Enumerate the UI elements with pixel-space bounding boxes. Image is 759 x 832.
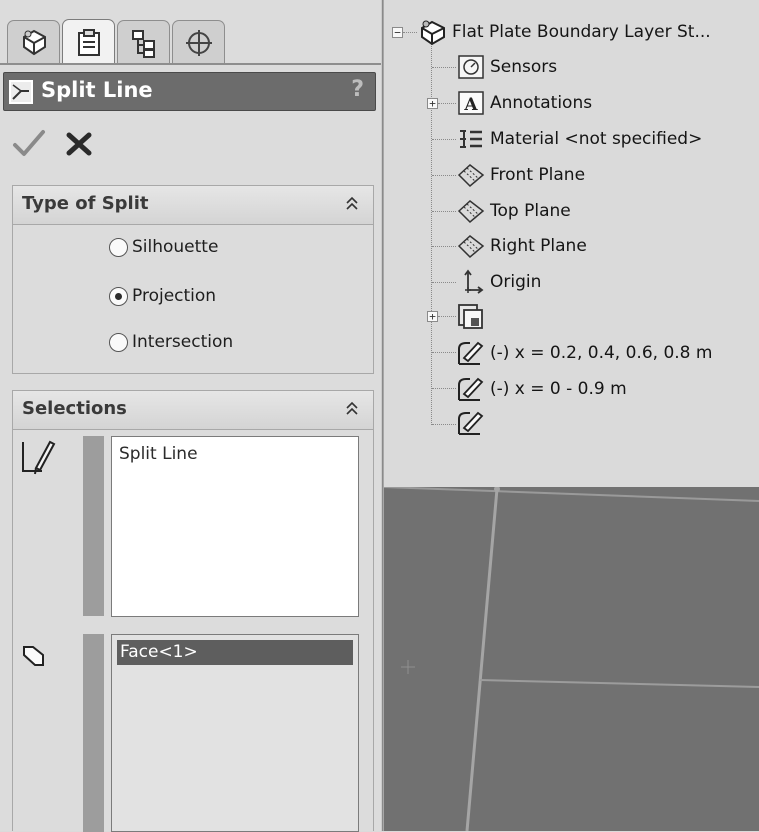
tab-separator [0, 63, 381, 65]
tree-item-label: Front Plane [490, 165, 586, 185]
tree-root-label: Flat Plate Boundary Layer St... [452, 22, 711, 42]
sketch-selection-icon [22, 440, 56, 475]
tree-connector [432, 424, 456, 425]
tree-item-right-plane[interactable]: Right Plane [456, 231, 587, 261]
tree-item-sketch-2[interactable]: (-) x = 0 - 0.9 m [456, 374, 627, 404]
type-of-split-group: Type of Split Silhouette Projection Inte… [12, 185, 374, 374]
material-icon [460, 130, 482, 148]
tree-item-annotations[interactable]: A Annotations [456, 88, 592, 118]
model-edges [384, 487, 759, 831]
radio-silhouette[interactable]: Silhouette [109, 234, 218, 260]
configuration-manager-icon [131, 29, 155, 58]
annotations-icon: A [458, 91, 484, 115]
type-of-split-title: Type of Split [22, 193, 149, 214]
ok-check-icon[interactable] [12, 128, 46, 158]
list-item[interactable]: Split Line [119, 444, 198, 464]
radio-projection[interactable]: Projection [109, 283, 216, 309]
split-line-icon [9, 80, 33, 104]
property-manager-icon [77, 28, 100, 56]
extrude-icon [458, 304, 483, 329]
tree-item-label: Right Plane [490, 236, 587, 256]
tree-connector [432, 246, 456, 247]
feature-manager-tab[interactable] [7, 20, 60, 64]
help-button[interactable]: ? [351, 77, 364, 102]
radio-button[interactable] [109, 237, 128, 257]
origin-icon [464, 269, 484, 294]
tree-item-sketch-3[interactable] [456, 408, 490, 438]
crosshair-icon [185, 29, 212, 56]
feature-manager-icon [22, 29, 46, 55]
radio-intersection[interactable]: Intersection [109, 329, 233, 355]
collapse-chevron-icon[interactable] [343, 398, 361, 418]
radio-button-checked[interactable] [109, 286, 128, 306]
tree-item-extrude[interactable] [456, 301, 490, 331]
part-icon [421, 20, 445, 46]
sketch-icon [458, 377, 484, 401]
tree-item-label: (-) x = 0 - 0.9 m [490, 379, 627, 399]
property-manager-panel: Split Line ? Type of Split Silhouette Pr… [0, 0, 381, 832]
tree-connector [432, 282, 456, 283]
tree-connector [438, 103, 456, 104]
tree-item-label: Origin [490, 272, 542, 292]
cancel-x-icon[interactable] [64, 130, 94, 158]
tree-root[interactable]: Flat Plate Boundary Layer St... [418, 17, 711, 47]
expand-toggle[interactable]: + [427, 311, 438, 322]
tree-item-top-plane[interactable]: Top Plane [456, 196, 571, 226]
dimxpert-manager-tab[interactable] [172, 20, 225, 64]
tree-connector [432, 67, 456, 68]
face-selection-icon [23, 646, 44, 666]
selections-header[interactable]: Selections [13, 391, 373, 430]
face-selection-list[interactable]: Face<1> [111, 634, 359, 832]
graphics-viewport[interactable] [384, 487, 759, 831]
collapse-toggle[interactable]: − [392, 27, 403, 38]
tree-connector [432, 175, 456, 176]
tree-item-sketch-1[interactable]: (-) x = 0.2, 0.4, 0.6, 0.8 m [456, 338, 712, 368]
tree-connector [403, 32, 417, 33]
plane-icon [457, 200, 485, 224]
tree-item-label: Top Plane [490, 201, 571, 221]
tree-item-label: Sensors [490, 57, 558, 77]
radio-label: Silhouette [132, 237, 219, 257]
tree-item-front-plane[interactable]: Front Plane [456, 160, 585, 190]
selections-group: Selections Split Line Face<1> [12, 390, 374, 832]
configuration-manager-tab[interactable] [117, 20, 170, 64]
plane-icon [457, 164, 485, 188]
tree-item-label: Material <not specified> [490, 129, 703, 149]
tree-connector [432, 139, 456, 140]
tree-item-label: (-) x = 0.2, 0.4, 0.6, 0.8 m [490, 343, 713, 363]
sketch-selection-list[interactable]: Split Line [111, 436, 359, 617]
face-selection-indicator [83, 634, 104, 832]
sketch-selection-indicator [83, 436, 104, 616]
panel-title-bar: Split Line ? [3, 72, 376, 111]
radio-label: Projection [132, 286, 217, 306]
tree-connector [438, 316, 456, 317]
type-of-split-header[interactable]: Type of Split [13, 186, 373, 225]
tree-item-label: Annotations [490, 93, 593, 113]
panel-title: Split Line [41, 78, 153, 102]
origin-crosshair-icon [401, 660, 415, 674]
tree-connector [432, 388, 456, 389]
tree-item-material[interactable]: Material <not specified> [456, 124, 702, 154]
tree-connector [432, 352, 456, 353]
radio-button[interactable] [109, 332, 128, 352]
tree-item-sensors[interactable]: Sensors [456, 52, 557, 82]
list-item-selected[interactable]: Face<1> [117, 640, 353, 665]
sensors-icon [458, 55, 484, 79]
tree-item-origin[interactable]: Origin [456, 267, 541, 297]
sketch-icon [458, 411, 484, 435]
property-manager-tab[interactable] [62, 19, 115, 65]
collapse-chevron-icon[interactable] [343, 193, 361, 213]
sketch-icon [458, 341, 484, 365]
svg-text:A: A [463, 95, 478, 115]
expand-toggle[interactable]: + [427, 98, 438, 109]
plane-icon [457, 235, 485, 259]
tree-connector [432, 211, 456, 212]
selections-title: Selections [22, 398, 127, 419]
radio-label: Intersection [132, 332, 234, 352]
feature-tree: − + + Flat Plate Boundary Layer St... Se… [384, 0, 759, 487]
